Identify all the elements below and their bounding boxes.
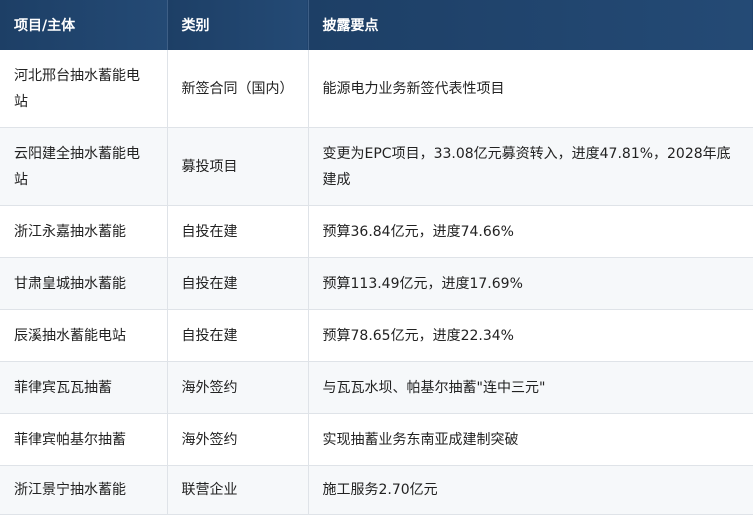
cell-point: 预算113.49亿元，进度17.69% (308, 257, 753, 310)
cell-point: 实现抽蓄业务东南亚成建制突破 (308, 413, 753, 466)
cell-project: 菲律宾瓦瓦抽蓄 (0, 361, 168, 414)
cell-category: 募投项目 (167, 127, 309, 206)
cell-category: 海外签约 (167, 361, 309, 414)
cell-category: 海外签约 (167, 413, 309, 466)
cell-point: 变更为EPC项目，33.08亿元募资转入，进度47.81%，2028年底建成 (308, 127, 753, 206)
cell-category: 自投在建 (167, 257, 309, 310)
cell-point: 预算36.84亿元，进度74.66% (308, 205, 753, 258)
table-row: 浙江永嘉抽水蓄能 自投在建 预算36.84亿元，进度74.66% (0, 205, 753, 258)
header-category: 类别 (167, 0, 309, 50)
cell-category: 联营企业 (167, 465, 309, 515)
table-row: 河北邢台抽水蓄能电站 新签合同（国内） 能源电力业务新签代表性项目 (0, 50, 753, 128)
cell-project: 浙江永嘉抽水蓄能 (0, 205, 168, 258)
table-row: 甘肃皇城抽水蓄能 自投在建 预算113.49亿元，进度17.69% (0, 257, 753, 310)
disclosure-table: 项目/主体 类别 披露要点 河北邢台抽水蓄能电站 新签合同（国内） 能源电力业务… (0, 0, 753, 515)
header-points: 披露要点 (308, 0, 753, 50)
table-row: 浙江景宁抽水蓄能 联营企业 施工服务2.70亿元 (0, 465, 753, 515)
cell-project: 菲律宾帕基尔抽蓄 (0, 413, 168, 466)
cell-project: 甘肃皇城抽水蓄能 (0, 257, 168, 310)
cell-project: 浙江景宁抽水蓄能 (0, 465, 168, 515)
table-row: 云阳建全抽水蓄能电站 募投项目 变更为EPC项目，33.08亿元募资转入，进度4… (0, 127, 753, 206)
cell-point: 能源电力业务新签代表性项目 (308, 50, 753, 128)
cell-point: 与瓦瓦水坝、帕基尔抽蓄"连中三元" (308, 361, 753, 414)
table-row: 菲律宾瓦瓦抽蓄 海外签约 与瓦瓦水坝、帕基尔抽蓄"连中三元" (0, 361, 753, 414)
header-project: 项目/主体 (0, 0, 168, 50)
cell-category: 自投在建 (167, 309, 309, 362)
table-row: 辰溪抽水蓄能电站 自投在建 预算78.65亿元，进度22.34% (0, 309, 753, 362)
cell-project: 云阳建全抽水蓄能电站 (0, 127, 168, 206)
table-header-row: 项目/主体 类别 披露要点 (0, 0, 753, 50)
cell-project: 河北邢台抽水蓄能电站 (0, 50, 168, 128)
cell-point: 施工服务2.70亿元 (308, 465, 753, 515)
cell-category: 新签合同（国内） (167, 50, 309, 128)
cell-point: 预算78.65亿元，进度22.34% (308, 309, 753, 362)
cell-category: 自投在建 (167, 205, 309, 258)
table-row: 菲律宾帕基尔抽蓄 海外签约 实现抽蓄业务东南亚成建制突破 (0, 413, 753, 466)
cell-project: 辰溪抽水蓄能电站 (0, 309, 168, 362)
